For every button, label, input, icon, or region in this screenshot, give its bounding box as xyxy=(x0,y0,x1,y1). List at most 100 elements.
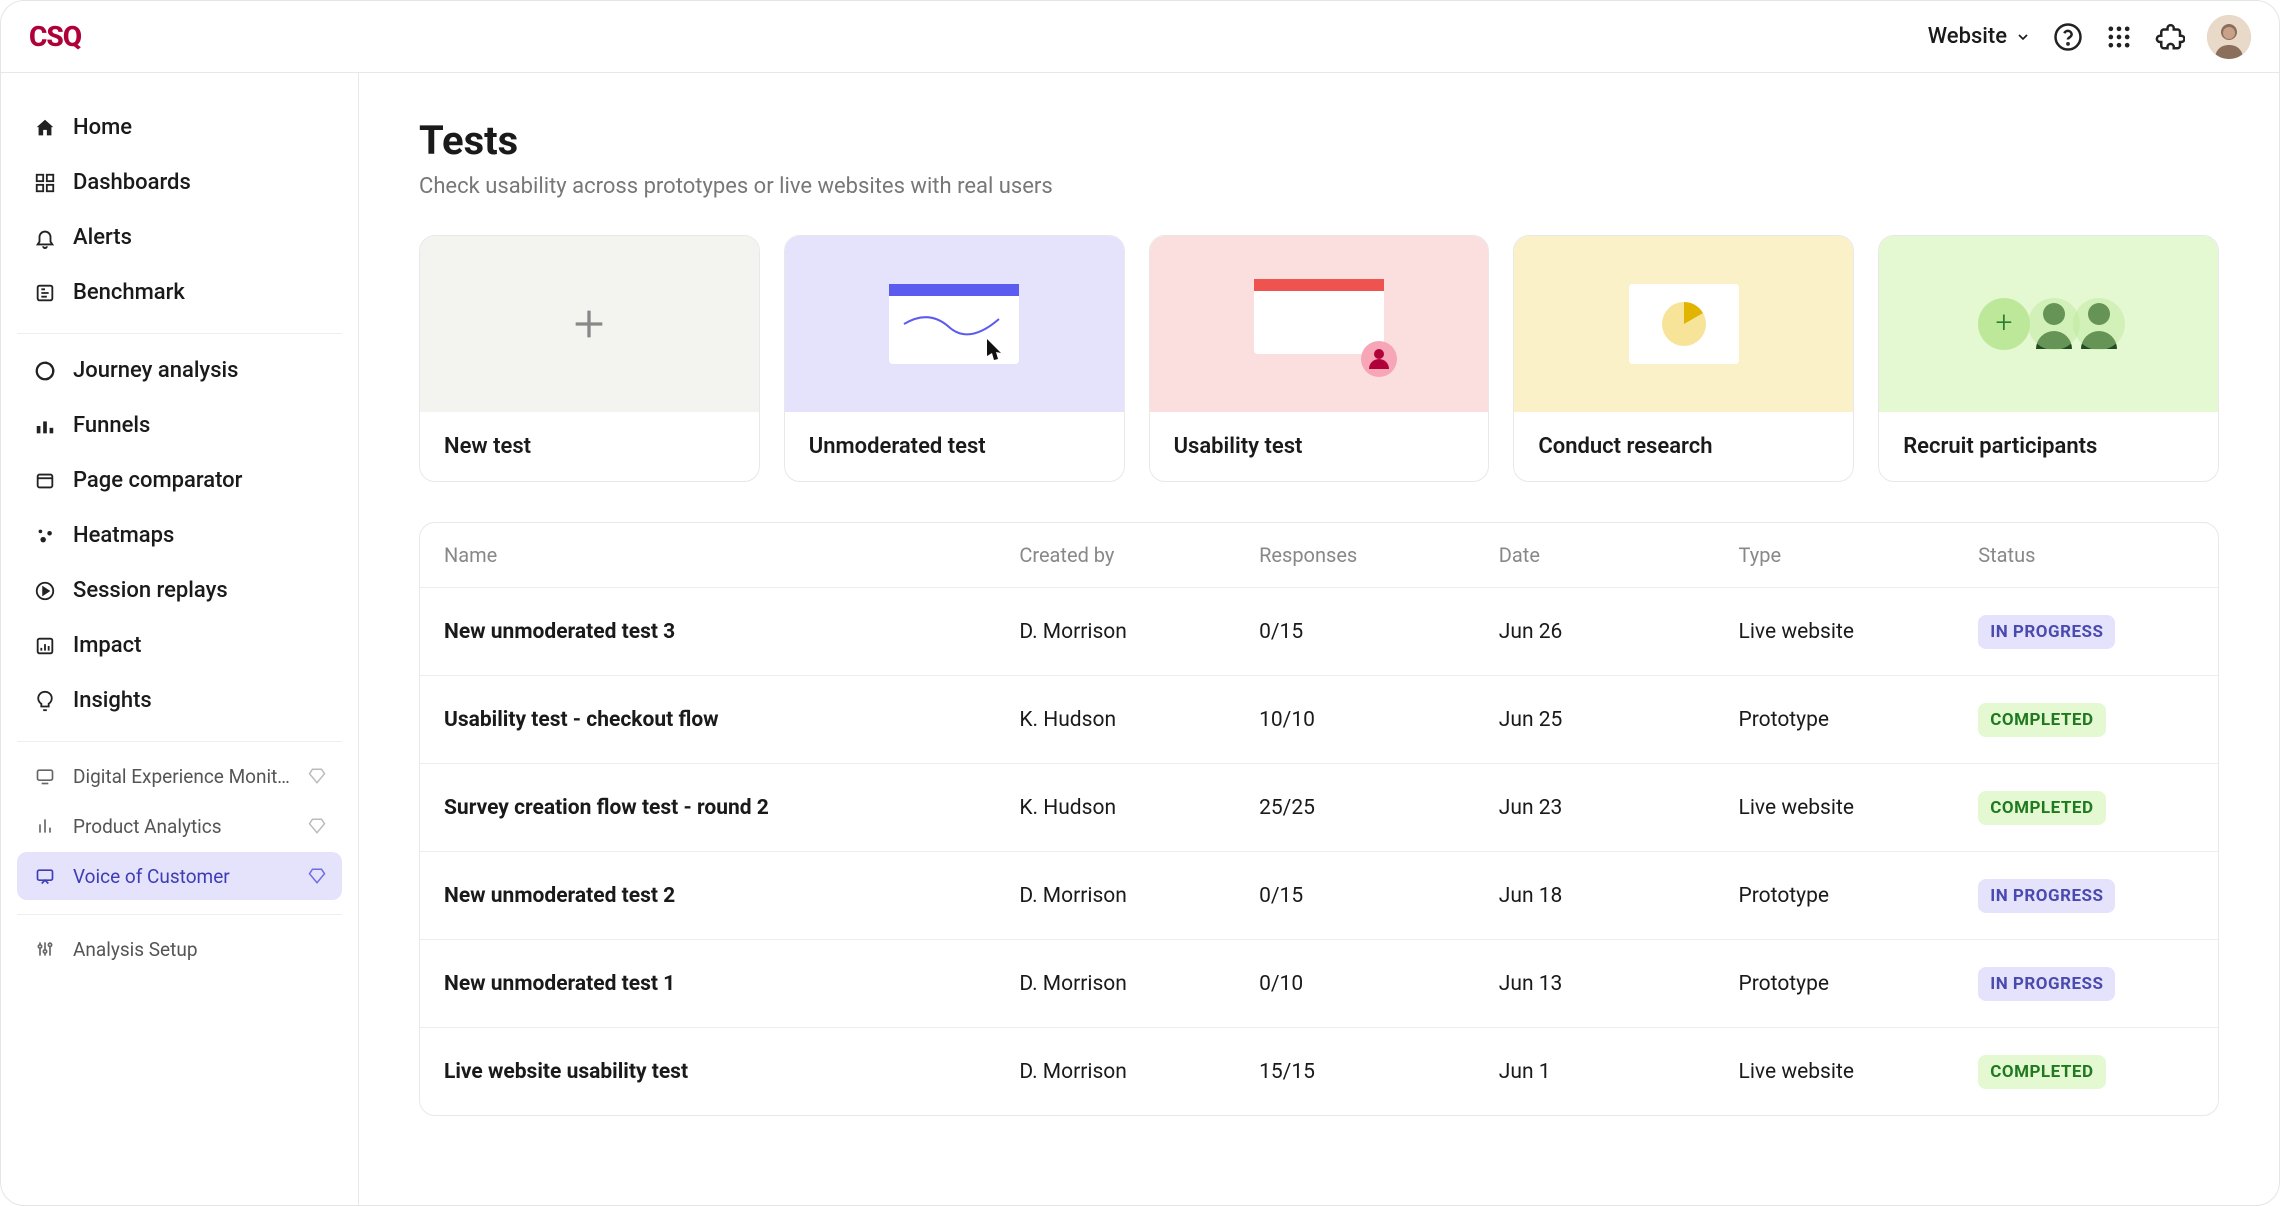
card-recruit[interactable]: +Recruit participants xyxy=(1878,235,2219,482)
sidebar-item-impact[interactable]: Impact xyxy=(17,619,342,672)
avatar[interactable] xyxy=(2207,15,2251,59)
table-cell-responses: 0/15 xyxy=(1259,620,1499,644)
table-row[interactable]: New unmoderated test 2D. Morrison0/15Jun… xyxy=(420,851,2218,939)
gem-icon xyxy=(308,817,326,835)
table-cell-type: Prototype xyxy=(1739,708,1979,732)
benchmark-icon xyxy=(33,281,57,305)
table-cell-status: IN PROGRESS xyxy=(1978,879,2194,913)
table-cell-responses: 10/10 xyxy=(1259,708,1499,732)
table-cell-date: Jun 26 xyxy=(1499,620,1739,644)
card-illustration xyxy=(785,236,1124,412)
status-badge: COMPLETED xyxy=(1978,1055,2105,1089)
sidebar-item-journey-analysis[interactable]: Journey analysis xyxy=(17,344,342,397)
sidebar-item-product-analytics[interactable]: Product Analytics xyxy=(17,802,342,850)
card-label: Usability test xyxy=(1150,412,1489,481)
table-cell-status: IN PROGRESS xyxy=(1978,967,2194,1001)
table-header-cell: Created by xyxy=(1019,543,1259,567)
table-cell-responses: 25/25 xyxy=(1259,796,1499,820)
sidebar: Home DashboardsAlertsBenchmark Journey ana… xyxy=(1,73,359,1205)
table-cell-name: Live website usability test xyxy=(444,1060,1019,1084)
page-title: Tests xyxy=(419,117,2219,164)
sidebar-item-home[interactable]: Home xyxy=(17,101,342,154)
card-label: Conduct research xyxy=(1514,412,1853,481)
table-cell-date: Jun 13 xyxy=(1499,972,1739,996)
table-cell-status: COMPLETED xyxy=(1978,1055,2194,1089)
table-header: NameCreated byResponsesDateTypeStatus xyxy=(420,523,2218,587)
impact-icon xyxy=(33,634,57,658)
status-badge: IN PROGRESS xyxy=(1978,879,2115,913)
insights-icon xyxy=(33,689,57,713)
chevron-down-icon xyxy=(2015,29,2031,45)
sidebar-item-insights[interactable]: Insights xyxy=(17,674,342,727)
table-cell-date: Jun 23 xyxy=(1499,796,1739,820)
extension-icon[interactable] xyxy=(2155,22,2185,52)
funnels-icon xyxy=(33,414,57,438)
help-icon[interactable] xyxy=(2053,22,2083,52)
sidebar-item-label: Funnels xyxy=(73,413,326,438)
table-row[interactable]: New unmoderated test 3D. Morrison0/15Jun… xyxy=(420,587,2218,675)
sidebar-item-analysis-setup[interactable]: Analysis Setup xyxy=(17,925,342,973)
table-row[interactable]: Live website usability testD. Morrison15… xyxy=(420,1027,2218,1115)
voc-icon xyxy=(33,864,57,888)
sidebar-item-voc[interactable]: Voice of Customer xyxy=(17,852,342,900)
main-content: Tests Check usability across prototypes … xyxy=(359,73,2279,1205)
card-illustration xyxy=(420,236,759,412)
sidebar-item-label: Analysis Setup xyxy=(73,938,326,961)
sidebar-item-session-replays[interactable]: Session replays xyxy=(17,564,342,617)
table-cell-responses: 0/10 xyxy=(1259,972,1499,996)
gem-icon xyxy=(308,767,326,785)
page-comparator-icon xyxy=(33,469,57,493)
card-illustration: + xyxy=(1879,236,2218,412)
status-badge: COMPLETED xyxy=(1978,791,2105,825)
dem-icon xyxy=(33,764,57,788)
table-cell-type: Prototype xyxy=(1739,972,1979,996)
table-row[interactable]: New unmoderated test 1D. Morrison0/10Jun… xyxy=(420,939,2218,1027)
alerts-icon xyxy=(33,226,57,250)
sidebar-item-dashboards[interactable]: Dashboards xyxy=(17,156,342,209)
analysis-setup-icon xyxy=(33,937,57,961)
sidebar-item-funnels[interactable]: Funnels xyxy=(17,399,342,452)
apps-grid-icon[interactable] xyxy=(2105,23,2133,51)
card-illustration xyxy=(1150,236,1489,412)
table-header-cell: Date xyxy=(1499,543,1739,567)
card-unmoderated[interactable]: Unmoderated test xyxy=(784,235,1125,482)
card-label: Unmoderated test xyxy=(785,412,1124,481)
sidebar-item-dem[interactable]: Digital Experience Monitor... xyxy=(17,752,342,800)
table-cell-date: Jun 25 xyxy=(1499,708,1739,732)
table-cell-name: New unmoderated test 1 xyxy=(444,972,1019,996)
sidebar-item-label: Voice of Customer xyxy=(73,865,292,888)
table-cell-type: Prototype xyxy=(1739,884,1979,908)
table-row[interactable]: Survey creation flow test - round 2K. Hu… xyxy=(420,763,2218,851)
table-header-cell: Name xyxy=(444,543,1019,567)
table-cell-created_by: D. Morrison xyxy=(1019,884,1259,908)
table-cell-created_by: D. Morrison xyxy=(1019,972,1259,996)
card-illustration xyxy=(1514,236,1853,412)
sidebar-item-label: Impact xyxy=(73,633,326,658)
sidebar-item-label: Home xyxy=(73,115,326,140)
project-selector[interactable]: Website xyxy=(1928,24,2031,49)
sidebar-item-label: Journey analysis xyxy=(73,358,326,383)
table-header-cell: Responses xyxy=(1259,543,1499,567)
sidebar-item-alerts[interactable]: Alerts xyxy=(17,211,342,264)
card-label: Recruit participants xyxy=(1879,412,2218,481)
gem-icon xyxy=(308,867,326,885)
home-icon xyxy=(33,116,57,140)
table-cell-type: Live website xyxy=(1739,1060,1979,1084)
card-usability[interactable]: Usability test xyxy=(1149,235,1490,482)
table-cell-created_by: K. Hudson xyxy=(1019,796,1259,820)
table-cell-name: Usability test - checkout flow xyxy=(444,708,1019,732)
table-header-cell: Status xyxy=(1978,543,2194,567)
table-cell-status: COMPLETED xyxy=(1978,703,2194,737)
brand-logo[interactable]: CSQ xyxy=(29,20,81,53)
table-cell-name: Survey creation flow test - round 2 xyxy=(444,796,1019,820)
sidebar-item-label: Insights xyxy=(73,688,326,713)
sidebar-item-page-comparator[interactable]: Page comparator xyxy=(17,454,342,507)
card-research[interactable]: Conduct research xyxy=(1513,235,1854,482)
table-cell-type: Live website xyxy=(1739,620,1979,644)
dashboards-icon xyxy=(33,171,57,195)
sidebar-item-benchmark[interactable]: Benchmark xyxy=(17,266,342,319)
sidebar-item-heatmaps[interactable]: Heatmaps xyxy=(17,509,342,562)
table-row[interactable]: Usability test - checkout flowK. Hudson1… xyxy=(420,675,2218,763)
journey-analysis-icon xyxy=(33,359,57,383)
card-new-test[interactable]: New test xyxy=(419,235,760,482)
